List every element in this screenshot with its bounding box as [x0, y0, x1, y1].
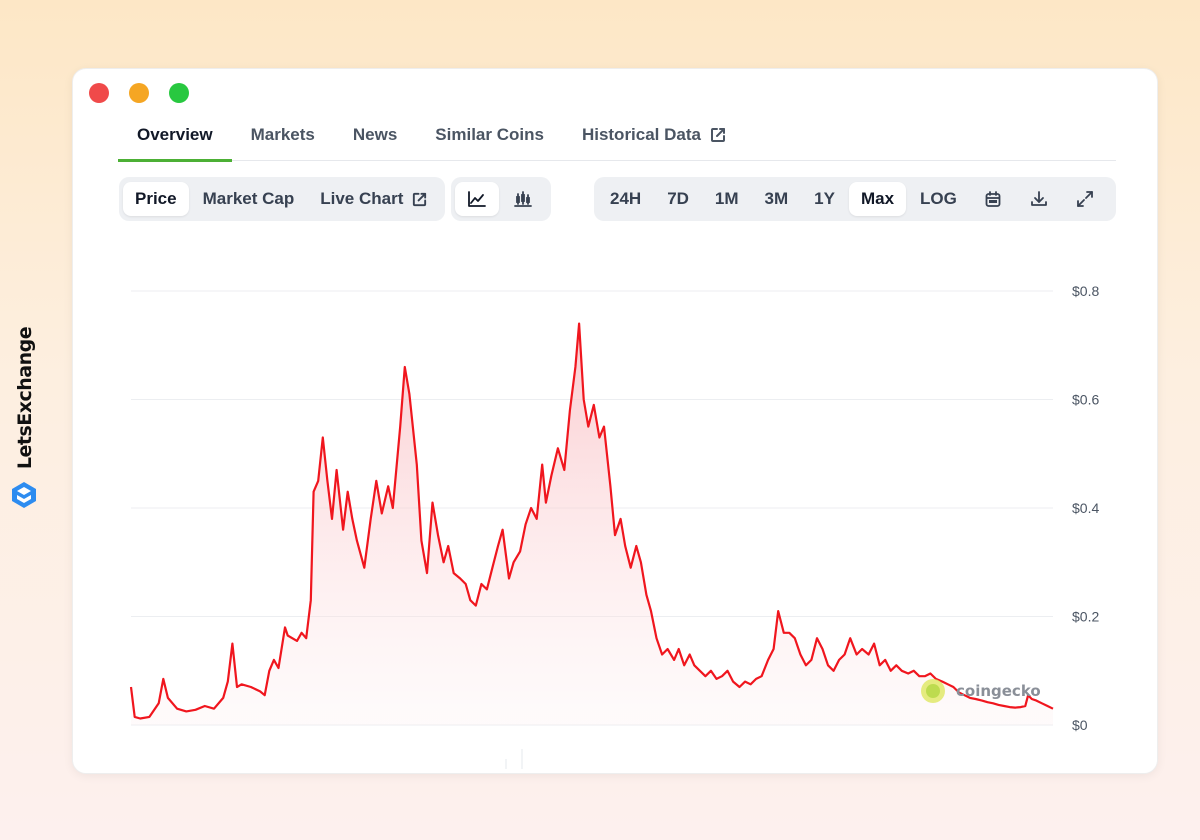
price-area-fill	[131, 323, 1053, 725]
letsexchange-logo-icon	[12, 482, 36, 508]
brand-name: LetsExchange	[14, 326, 36, 470]
watermark-text: coingecko	[956, 682, 1041, 700]
app-window: Overview Markets News Similar Coins Hist…	[72, 68, 1158, 774]
y-tick-label: $0.4	[1072, 500, 1099, 516]
price-chart[interactable]: $0 $0.2 $0.4 $0.6 $0.8 coingecko	[73, 69, 1159, 775]
y-tick-label: $0	[1072, 717, 1088, 733]
y-tick-label: $0.8	[1072, 283, 1099, 299]
y-tick-label: $0.6	[1072, 392, 1099, 408]
coingecko-watermark: coingecko	[921, 679, 1041, 703]
y-tick-label: $0.2	[1072, 609, 1099, 625]
